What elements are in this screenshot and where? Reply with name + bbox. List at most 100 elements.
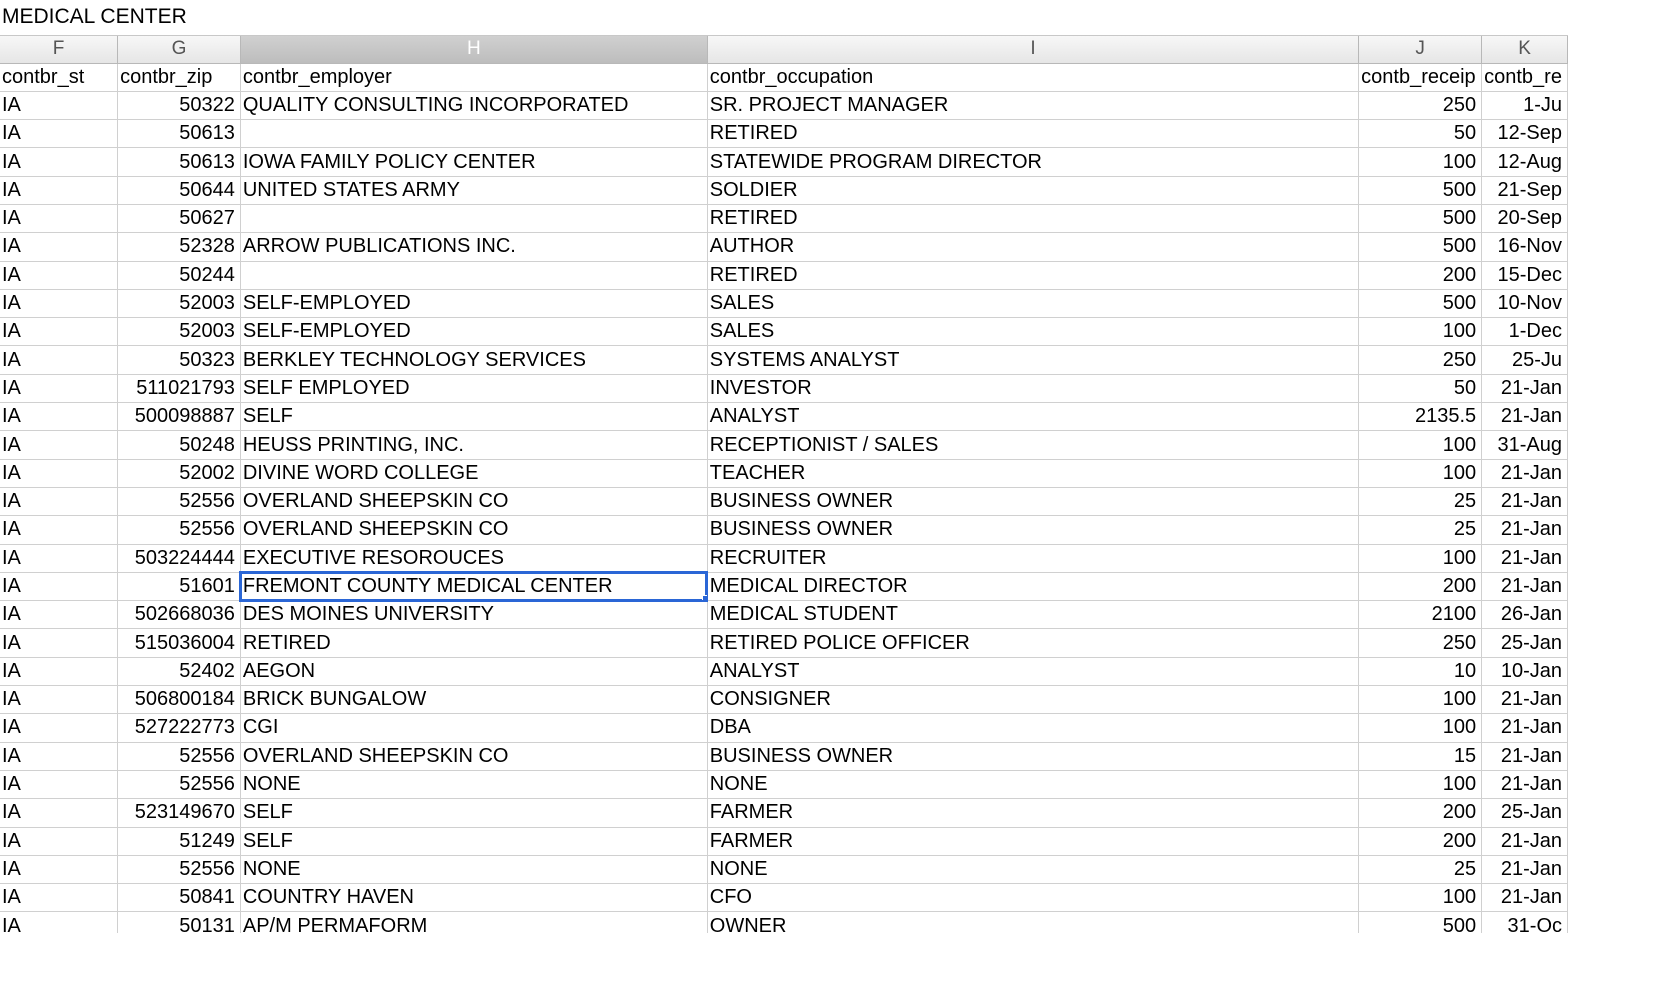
table-cell[interactable]: 10: [1358, 657, 1483, 687]
table-cell[interactable]: 25: [1358, 515, 1483, 545]
table-cell[interactable]: 21-Jan: [1481, 685, 1568, 715]
table-cell[interactable]: 100: [1358, 883, 1483, 913]
table-cell[interactable]: 50248: [117, 430, 241, 460]
table-cell[interactable]: TEACHER: [707, 459, 1360, 488]
table-cell[interactable]: IA: [0, 317, 119, 347]
table-cell[interactable]: MEDICAL STUDENT: [707, 600, 1360, 630]
table-cell[interactable]: DIVINE WORD COLLEGE: [240, 459, 708, 488]
table-cell[interactable]: COUNTRY HAVEN: [240, 883, 708, 913]
table-cell[interactable]: CONSIGNER: [707, 685, 1360, 715]
table-cell[interactable]: SELF: [240, 798, 708, 828]
table-cell[interactable]: 250: [1358, 91, 1483, 121]
table-cell[interactable]: 21-Jan: [1481, 544, 1568, 573]
table-cell[interactable]: 25-Jan: [1481, 628, 1568, 658]
table-cell[interactable]: IA: [0, 600, 119, 630]
table-cell[interactable]: NONE: [240, 855, 708, 885]
table-cell[interactable]: 50322: [117, 91, 241, 121]
field-header-cell[interactable]: contb_re: [1481, 63, 1568, 92]
table-cell[interactable]: SELF-EMPLOYED: [240, 317, 708, 347]
table-cell[interactable]: RETIRED: [707, 119, 1360, 149]
table-cell[interactable]: RETIRED: [707, 204, 1360, 234]
table-cell[interactable]: OWNER: [707, 911, 1360, 933]
table-cell[interactable]: 503224444: [117, 544, 241, 573]
table-cell[interactable]: CFO: [707, 883, 1360, 913]
table-cell[interactable]: IA: [0, 855, 119, 885]
table-cell[interactable]: RETIRED POLICE OFFICER: [707, 628, 1360, 658]
table-cell[interactable]: 250: [1358, 628, 1483, 658]
table-cell[interactable]: 50244: [117, 261, 241, 290]
table-cell[interactable]: SALES: [707, 317, 1360, 347]
table-cell[interactable]: IA: [0, 374, 119, 404]
table-cell[interactable]: FARMER: [707, 827, 1360, 856]
table-cell[interactable]: IA: [0, 657, 119, 687]
table-cell[interactable]: IA: [0, 544, 119, 573]
table-cell[interactable]: 10-Jan: [1481, 657, 1568, 687]
field-header-cell[interactable]: contbr_occupation: [707, 63, 1360, 92]
table-cell[interactable]: INVESTOR: [707, 374, 1360, 404]
table-cell[interactable]: 15: [1358, 742, 1483, 771]
table-cell[interactable]: EXECUTIVE RESOROUCES: [240, 544, 708, 573]
column-header-k[interactable]: K: [1481, 36, 1568, 64]
table-cell[interactable]: IA: [0, 628, 119, 658]
table-cell[interactable]: IA: [0, 119, 119, 149]
table-cell[interactable]: 21-Jan: [1481, 572, 1568, 602]
table-cell[interactable]: 2100: [1358, 600, 1483, 630]
table-cell[interactable]: IA: [0, 827, 119, 856]
table-cell[interactable]: 500098887: [117, 402, 241, 432]
active-cell[interactable]: FREMONT COUNTY MEDICAL CENTER: [239, 571, 709, 602]
table-cell[interactable]: IA: [0, 883, 119, 913]
table-cell[interactable]: FARMER: [707, 798, 1360, 828]
table-cell[interactable]: 500: [1358, 232, 1483, 262]
table-cell[interactable]: 500: [1358, 911, 1483, 933]
table-cell[interactable]: 21-Jan: [1481, 374, 1568, 404]
table-cell[interactable]: 200: [1358, 572, 1483, 602]
table-cell[interactable]: RETIRED: [707, 261, 1360, 290]
table-cell[interactable]: 100: [1358, 459, 1483, 488]
table-cell[interactable]: 21-Jan: [1481, 515, 1568, 545]
field-header-cell[interactable]: contbr_st: [0, 63, 119, 92]
table-cell[interactable]: IA: [0, 176, 119, 205]
table-cell[interactable]: 21-Jan: [1481, 742, 1568, 771]
table-cell[interactable]: SELF-EMPLOYED: [240, 289, 708, 319]
table-cell[interactable]: 52556: [117, 742, 241, 771]
table-cell[interactable]: 52402: [117, 657, 241, 687]
table-cell[interactable]: RECEPTIONIST / SALES: [707, 430, 1360, 460]
table-cell[interactable]: 527222773: [117, 713, 241, 743]
table-cell[interactable]: DES MOINES UNIVERSITY: [240, 600, 708, 630]
table-cell[interactable]: 25-Jan: [1481, 798, 1568, 828]
table-cell[interactable]: 21-Jan: [1481, 487, 1568, 517]
table-cell[interactable]: IA: [0, 798, 119, 828]
table-cell[interactable]: RETIRED: [240, 628, 708, 658]
table-cell[interactable]: SYSTEMS ANALYST: [707, 345, 1360, 375]
table-cell[interactable]: 2135.5: [1358, 402, 1483, 432]
table-cell[interactable]: [240, 261, 708, 290]
table-cell[interactable]: 31-Oc: [1481, 911, 1568, 933]
table-cell[interactable]: 25: [1358, 855, 1483, 885]
table-cell[interactable]: 10-Nov: [1481, 289, 1568, 319]
table-cell[interactable]: 52328: [117, 232, 241, 262]
table-cell[interactable]: 21-Jan: [1481, 770, 1568, 800]
table-cell[interactable]: CGI: [240, 713, 708, 743]
table-cell[interactable]: [240, 204, 708, 234]
field-header-cell[interactable]: contbr_zip: [117, 63, 241, 92]
table-cell[interactable]: 50: [1358, 119, 1483, 149]
table-cell[interactable]: IA: [0, 91, 119, 121]
table-cell[interactable]: 50613: [117, 147, 241, 177]
table-cell[interactable]: IA: [0, 572, 119, 602]
column-header-h[interactable]: H: [240, 36, 708, 64]
table-cell[interactable]: 200: [1358, 827, 1483, 856]
table-cell[interactable]: 16-Nov: [1481, 232, 1568, 262]
table-cell[interactable]: DBA: [707, 713, 1360, 743]
table-cell[interactable]: 12-Sep: [1481, 119, 1568, 149]
table-cell[interactable]: IA: [0, 487, 119, 517]
table-cell[interactable]: HEUSS PRINTING, INC.: [240, 430, 708, 460]
table-cell[interactable]: BUSINESS OWNER: [707, 487, 1360, 517]
table-cell[interactable]: 1-Dec: [1481, 317, 1568, 347]
table-cell[interactable]: 15-Dec: [1481, 261, 1568, 290]
table-cell[interactable]: IA: [0, 402, 119, 432]
formula-bar[interactable]: MEDICAL CENTER: [0, 0, 1568, 36]
table-cell[interactable]: SELF EMPLOYED: [240, 374, 708, 404]
table-cell[interactable]: 100: [1358, 544, 1483, 573]
table-cell[interactable]: IA: [0, 261, 119, 290]
table-cell[interactable]: IA: [0, 685, 119, 715]
